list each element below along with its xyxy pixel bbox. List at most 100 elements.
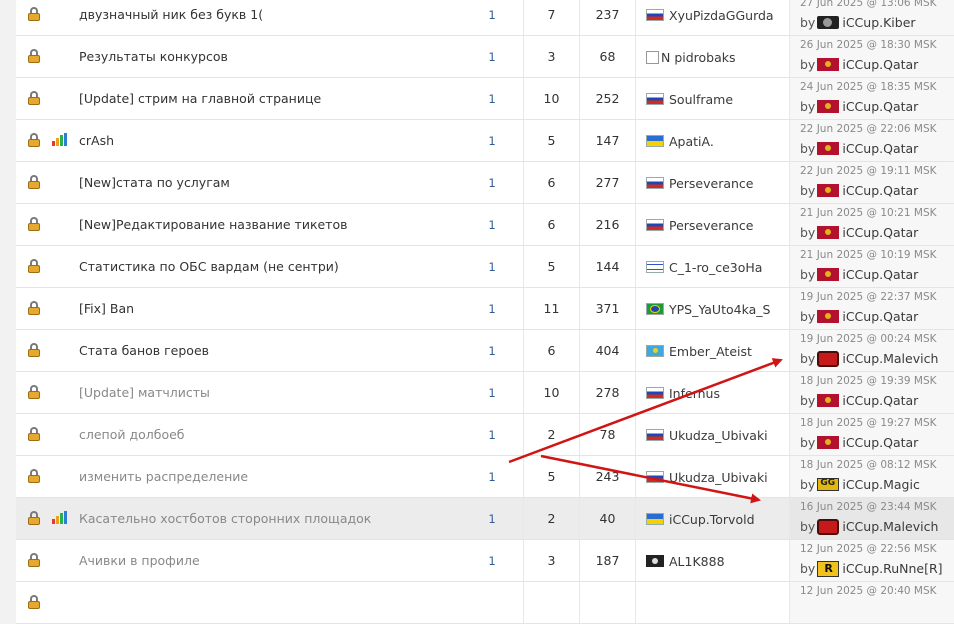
topic-title-link[interactable]: crAsh [79,133,114,148]
poll-cell [52,372,77,414]
topic-row[interactable]: слепой долбоеб1278Ukudza_Ubivaki18 Jun 2… [16,414,954,456]
last-post-user-link[interactable]: iCCup.Qatar [842,309,918,324]
topic-row[interactable]: [New]стата по услугам16277Perseverance22… [16,162,954,204]
topic-author-link[interactable]: Perseverance [669,176,754,191]
last-post-user-link[interactable]: iCCup.Qatar [842,393,918,408]
topic-title-link[interactable]: слепой долбоеб [79,427,185,442]
topic-pages-link[interactable] [461,582,524,624]
topic-list: двузначный ник без букв 1(17237XyuPizdaG… [16,0,954,624]
topic-row[interactable]: [Fix] Ban111371YPS_YaUto4ka_S19 Jun 2025… [16,288,954,330]
topic-pages-link[interactable]: 1 [461,204,524,246]
topic-title-link[interactable]: [New]Редактирование название тикетов [79,217,347,232]
topic-row[interactable]: [New]Редактирование название тикетов1621… [16,204,954,246]
topic-replies [524,582,580,624]
poll-bars-icon [52,511,66,524]
last-post-user-link[interactable]: iCCup.Qatar [842,435,918,450]
topic-replies: 5 [524,456,580,498]
last-post-by: byiCCup.Qatar [800,183,918,198]
last-post-user-link[interactable]: iCCup.Qatar [842,225,918,240]
topic-pages-link[interactable]: 1 [461,120,524,162]
topic-title-link[interactable]: изменить распределение [79,469,248,484]
lock-cell [16,288,52,330]
topic-author-link[interactable]: Ukudza_Ubivaki [669,470,768,485]
lock-icon [28,175,40,188]
topic-title-link[interactable]: Стата банов героев [79,343,209,358]
topic-pages-link[interactable]: 1 [461,246,524,288]
topic-author-link[interactable]: Ukudza_Ubivaki [669,428,768,443]
last-post-user-link[interactable]: iCCup.Qatar [842,141,918,156]
topic-row[interactable]: 12 Jun 2025 @ 20:40 MSK [16,582,954,624]
last-post-user-link[interactable]: iCCup.Kiber [842,15,915,30]
topic-author-link[interactable]: C_1-ro_ce3oHa [669,260,762,275]
last-post-user-link[interactable]: iCCup.Malevich [842,351,938,366]
topic-pages-link[interactable]: 1 [461,414,524,456]
by-label: by [800,351,815,366]
topic-author-link[interactable]: Ember_Ateist [669,344,752,359]
topic-pages-link[interactable]: 1 [461,330,524,372]
last-post-user-link[interactable]: iCCup.Qatar [842,267,918,282]
topic-author-link[interactable]: XyuPizdaGGurda [669,8,774,23]
topic-title-link[interactable]: Касательно хостботов сторонних площадок [79,511,371,526]
topic-title-link[interactable]: [New]стата по услугам [79,175,230,190]
topic-row[interactable]: Касательно хостботов сторонних площадок 1… [16,498,954,540]
topic-pages-link[interactable]: 1 [461,162,524,204]
by-label: by [800,57,815,72]
topic-title-link[interactable]: [Fix] Ban [79,301,134,316]
lock-cell [16,36,52,78]
topic-title-link[interactable]: [Update] матчлисты [79,385,210,400]
last-post-user-link[interactable]: iCCup.Magic [842,477,919,492]
topic-replies: 5 [524,246,580,288]
lock-icon [28,511,40,524]
topic-pages-link[interactable]: 1 [461,288,524,330]
topic-row[interactable]: [Update] матчлисты110278Infernus18 Jun 2… [16,372,954,414]
lock-cell [16,372,52,414]
topic-pages-link[interactable]: 1 [461,456,524,498]
last-post-user-link[interactable]: iCCup.Malevich [842,519,938,534]
topic-views: 371 [580,288,636,330]
topic-row[interactable]: изменить распределение15243Ukudza_Ubivak… [16,456,954,498]
topic-author-link[interactable]: iCCup.Torvold [669,512,755,527]
topic-views: 237 [580,0,636,36]
topic-pages-link[interactable]: 1 [461,372,524,414]
last-post-user-link[interactable]: iCCup.Qatar [842,183,918,198]
topic-pages-link[interactable]: 1 [461,0,524,36]
country-flag-icon [646,429,664,441]
poll-cell [52,0,77,36]
topic-row[interactable]: Результаты конкурсов1368N pidrobaks26 Ju… [16,36,954,78]
poll-cell [52,120,77,162]
lock-icon [28,7,40,20]
topic-author-link[interactable]: N pidrobaks [661,50,736,65]
topic-row[interactable]: Ачивки в профиле13187AL1K88812 Jun 2025 … [16,540,954,582]
topic-row[interactable]: [Update] стрим на главной странице110252… [16,78,954,120]
topic-row[interactable]: Статистика по ОБС вардам (не сентри)1514… [16,246,954,288]
topic-title-link[interactable]: Результаты конкурсов [79,49,228,64]
topic-title-link[interactable]: [Update] стрим на главной странице [79,91,321,106]
topic-pages-link[interactable]: 1 [461,78,524,120]
last-post-user-link[interactable]: iCCup.RuNne[R] [842,561,942,576]
topic-author-link[interactable]: AL1K888 [669,554,725,569]
topic-pages-link[interactable]: 1 [461,498,524,540]
topic-author-link[interactable]: Soulframe [669,92,733,107]
topic-title-link[interactable]: Ачивки в профиле [79,553,200,568]
topic-replies: 6 [524,330,580,372]
topic-pages-link[interactable]: 1 [461,36,524,78]
last-post-user-link[interactable]: iCCup.Qatar [842,57,918,72]
country-flag-icon [646,345,664,357]
topic-replies: 3 [524,36,580,78]
topic-title-link[interactable]: двузначный ник без букв 1( [79,7,263,22]
topic-row[interactable]: двузначный ник без букв 1(17237XyuPizdaG… [16,0,954,36]
topic-replies: 10 [524,78,580,120]
topic-row[interactable]: Стата банов героев16404Ember_Ateist19 Ju… [16,330,954,372]
last-post-cell: 22 Jun 2025 @ 22:06 MSKbyiCCup.Qatar [790,120,954,162]
last-post-user-link[interactable]: iCCup.Qatar [842,99,918,114]
topic-views: 187 [580,540,636,582]
topic-author-link[interactable]: YPS_YaUto4ka_S [669,302,770,317]
topic-author-link[interactable]: Infernus [669,386,720,401]
topic-row[interactable]: crAsh15147ApatiA.22 Jun 2025 @ 22:06 MSK… [16,120,954,162]
topic-pages-link[interactable]: 1 [461,540,524,582]
lock-icon [28,343,40,356]
topic-author-link[interactable]: ApatiA. [669,134,714,149]
topic-title-link[interactable]: Статистика по ОБС вардам (не сентри) [79,259,339,274]
topic-author-link[interactable]: Perseverance [669,218,754,233]
poll-bars-icon [52,133,66,146]
